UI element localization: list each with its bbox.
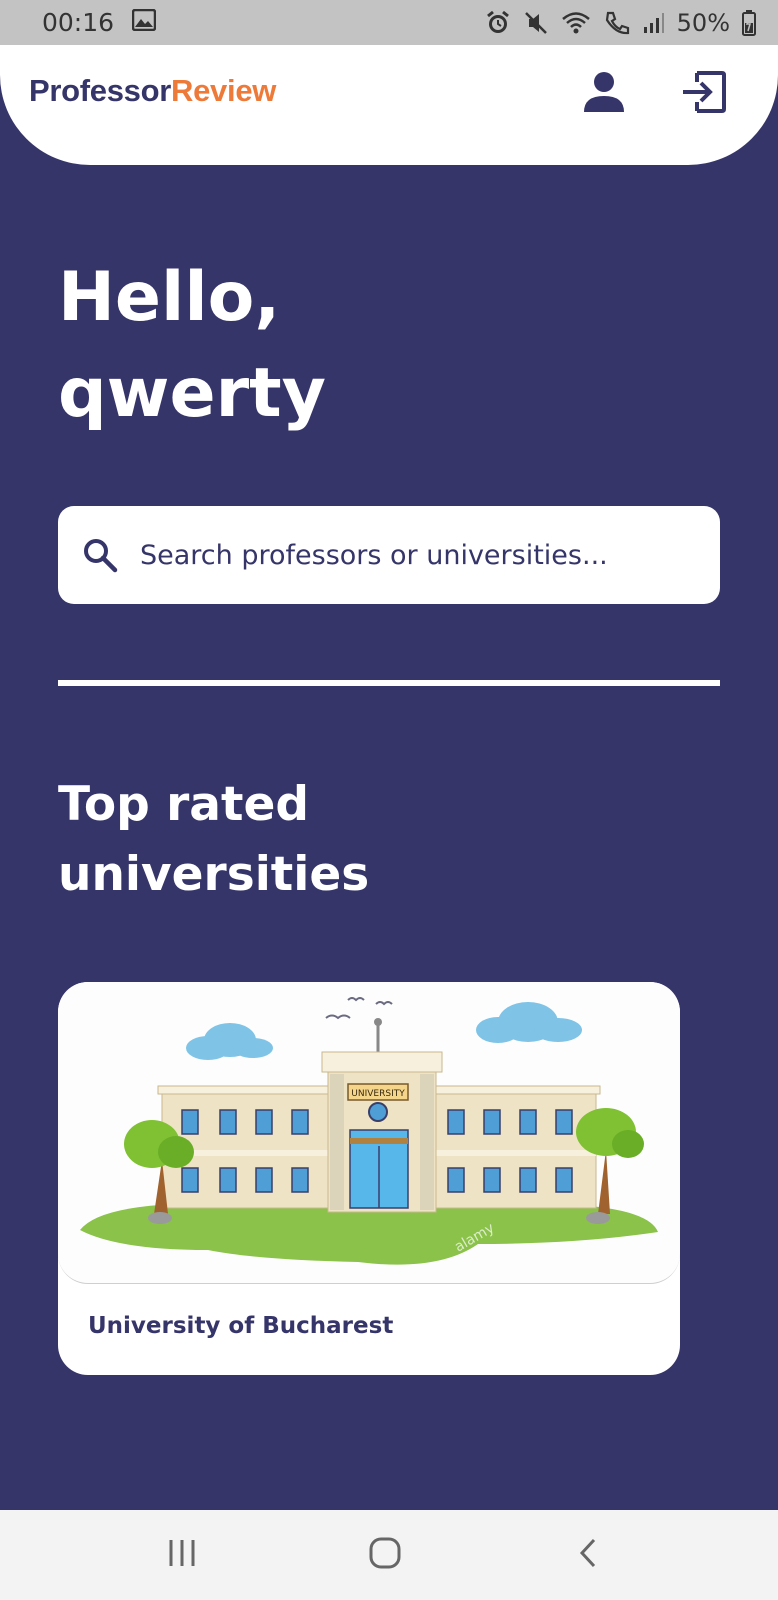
university-card[interactable]: UNIVERSITY alamy University of Bucharest	[58, 982, 680, 1375]
section-divider	[58, 680, 720, 686]
alarm-icon	[485, 10, 511, 36]
greeting-heading: Hello, qwerty	[58, 250, 326, 442]
section-title-line-1: Top rated	[58, 777, 309, 832]
greeting-line-username: qwerty	[58, 354, 326, 433]
back-button[interactable]	[558, 1530, 618, 1580]
home-button[interactable]	[355, 1530, 415, 1580]
status-time: 00:16	[42, 8, 115, 37]
university-sign-text: UNIVERSITY	[351, 1089, 405, 1099]
mute-icon	[523, 10, 549, 36]
university-image: UNIVERSITY alamy	[58, 982, 680, 1284]
brand-part-review: Review	[171, 73, 277, 108]
search-icon	[82, 537, 118, 573]
status-bar: 00:16 50%	[0, 0, 778, 45]
section-title-line-2: universities	[58, 847, 370, 902]
call-icon	[603, 10, 631, 36]
search-input[interactable]	[140, 539, 700, 571]
battery-icon	[742, 9, 756, 36]
battery-text: 50%	[676, 8, 730, 37]
app-logo[interactable]: ProfessorReview	[29, 73, 276, 109]
recents-button[interactable]	[152, 1530, 212, 1580]
top-rated-heading: Top rated universities	[58, 770, 369, 910]
greeting-line-hello: Hello,	[58, 258, 281, 337]
wifi-icon	[561, 10, 591, 36]
signal-icon	[643, 12, 665, 34]
logout-icon	[681, 70, 727, 118]
recents-icon	[166, 1538, 198, 1572]
back-icon	[576, 1537, 600, 1573]
brand-part-professor: Professor	[29, 73, 172, 108]
home-icon	[368, 1536, 402, 1574]
profile-button[interactable]	[579, 69, 629, 119]
logout-button[interactable]	[679, 69, 729, 119]
search-bar[interactable]	[58, 506, 720, 604]
system-nav-bar	[0, 1510, 778, 1600]
image-icon	[131, 8, 157, 37]
app-header: ProfessorReview	[0, 45, 778, 165]
person-icon	[583, 71, 625, 117]
university-name: University of Bucharest	[88, 1313, 394, 1339]
